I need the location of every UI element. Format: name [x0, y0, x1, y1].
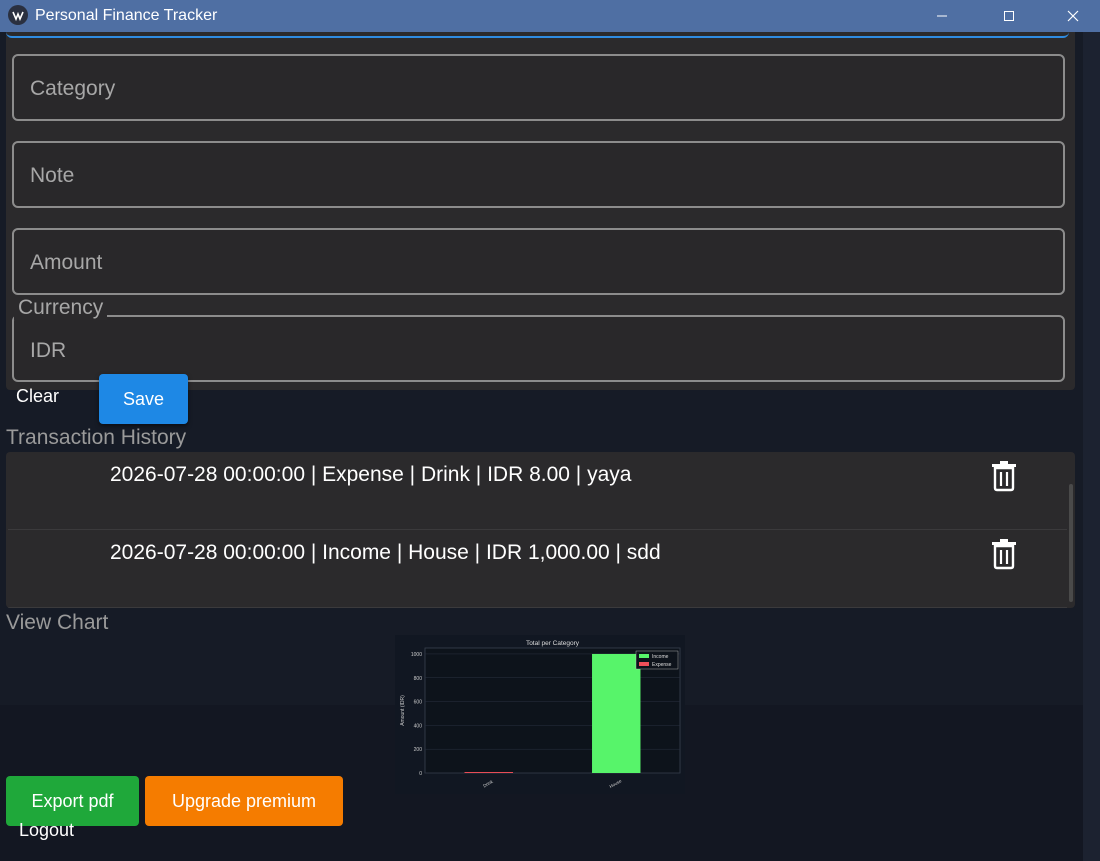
chart-svg: Total per Category Amount (IDR) 0 200 400 600…: [395, 635, 685, 794]
y-axis-label: Amount (IDR): [400, 695, 406, 726]
y-tick-label: 0: [419, 771, 422, 777]
divider: [8, 607, 1067, 608]
category-placeholder: Category: [30, 77, 116, 100]
currency-label: Currency: [14, 296, 108, 320]
chart-title: Total per Category: [526, 640, 580, 647]
history-list: 2026-07-28 00:00:00 | Expense | Drink | …: [6, 452, 1075, 608]
y-tick-label: 600: [414, 700, 423, 706]
close-button[interactable]: [1050, 0, 1096, 32]
maximize-icon: [1004, 11, 1014, 21]
title-bar: Personal Finance Tracker: [0, 0, 1100, 32]
note-field[interactable]: Note: [12, 141, 1065, 208]
minimize-button[interactable]: [919, 0, 965, 32]
transaction-text: 2026-07-28 00:00:00 | Income | House | I…: [110, 541, 661, 564]
category-field[interactable]: Category: [12, 54, 1065, 121]
bar-expense-drink: [464, 772, 513, 773]
legend-swatch-income: [639, 654, 649, 658]
delete-icon[interactable]: [990, 460, 1018, 492]
focused-field-edge[interactable]: [6, 32, 1069, 38]
window-title: Personal Finance Tracker: [35, 7, 218, 24]
y-tick-label: 200: [414, 747, 423, 753]
history-scrollbar[interactable]: [1069, 484, 1073, 602]
list-item: 2026-07-28 00:00:00 | Expense | Drink | …: [6, 452, 1075, 530]
y-tick-label: 800: [414, 676, 423, 682]
category-chart: Total per Category Amount (IDR) 0 200 400 600…: [395, 635, 685, 794]
y-tick-label: 400: [414, 723, 423, 729]
delete-icon[interactable]: [990, 538, 1018, 570]
y-tick-label: 1000: [411, 652, 422, 658]
chart-section-title: View Chart: [6, 611, 109, 634]
clear-button[interactable]: Clear: [16, 386, 59, 407]
currency-value: IDR: [30, 339, 67, 362]
save-button[interactable]: Save: [99, 374, 188, 424]
note-placeholder: Note: [30, 164, 75, 187]
bar-income-house: [592, 653, 641, 773]
export-pdf-button[interactable]: Export pdf: [6, 776, 139, 826]
minimize-icon: [937, 15, 947, 17]
transaction-text: 2026-07-28 00:00:00 | Expense | Drink | …: [110, 463, 632, 486]
list-item: 2026-07-28 00:00:00 | Income | House | I…: [6, 530, 1075, 608]
upgrade-premium-button[interactable]: Upgrade premium: [145, 776, 343, 826]
close-icon: [1067, 10, 1079, 22]
app-logo-icon: [8, 5, 28, 25]
legend-label-income: Income: [652, 654, 669, 660]
page-scrollbar[interactable]: [1083, 32, 1100, 861]
maximize-button[interactable]: [986, 0, 1032, 32]
logout-button[interactable]: Logout: [19, 820, 74, 841]
amount-field[interactable]: Amount: [12, 228, 1065, 295]
history-title: Transaction History: [6, 426, 187, 449]
legend-label-expense: Expense: [652, 662, 672, 668]
currency-dropdown[interactable]: IDR: [12, 315, 1065, 382]
amount-placeholder: Amount: [30, 251, 103, 274]
legend-swatch-expense: [639, 662, 649, 666]
